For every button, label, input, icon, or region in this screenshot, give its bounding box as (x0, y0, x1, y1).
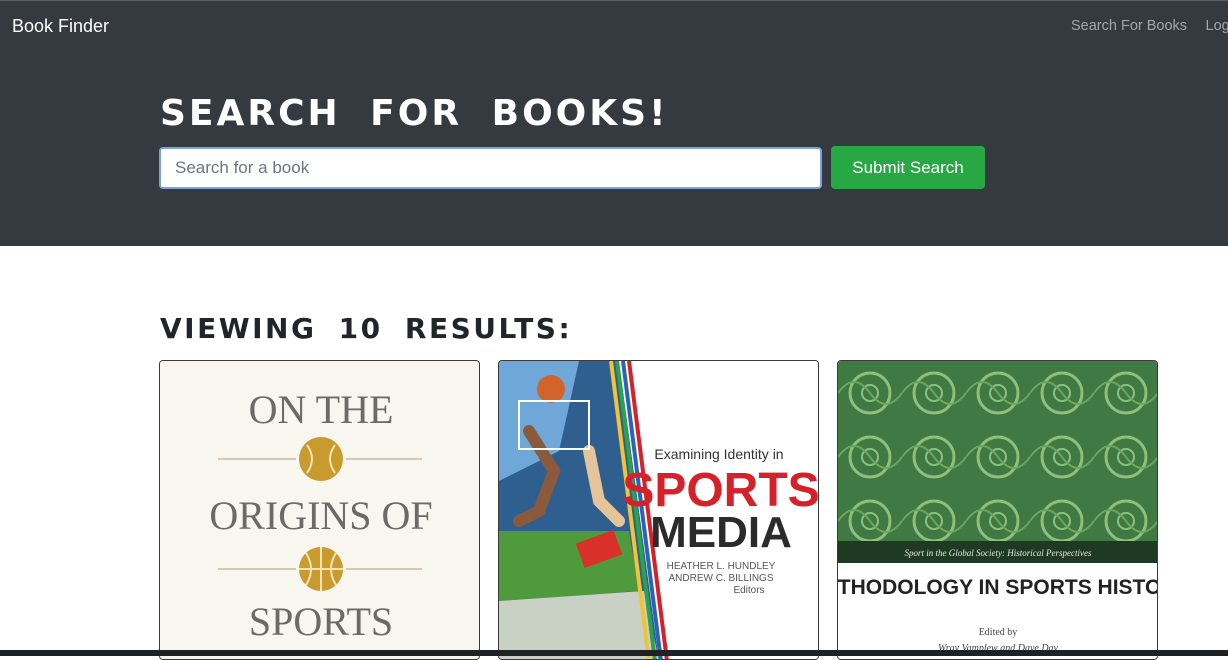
bottom-bar (0, 650, 1228, 656)
cover-pattern (838, 361, 1157, 546)
nav-links: Search For Books Log (1071, 17, 1228, 35)
cover-series: Sport in the Global Society: Historical … (905, 548, 1092, 558)
book-card[interactable]: Sport in the Global Society: Historical … (837, 360, 1158, 660)
cover-title: METHODOLOGY IN SPORTS HISTORY (838, 576, 1158, 599)
book-card[interactable]: ON THE ORIGINS OF SPORTS (159, 360, 480, 660)
brand-link[interactable]: Book Finder (12, 16, 109, 37)
results-heading: VIEWING 10 RESULTS: (160, 312, 573, 345)
nav-link-login[interactable]: Log (1206, 18, 1228, 34)
search-input[interactable] (159, 147, 822, 189)
cover-editor: HEATHER L. HUNDLEY (667, 561, 776, 572)
nav-link-search[interactable]: Search For Books (1071, 18, 1187, 34)
baseball-icon (299, 437, 343, 481)
basketball-icon (537, 375, 565, 403)
cover-editor: ANDREW C. BILLINGS (668, 573, 773, 584)
navbar: Book Finder Search For Books Log SEARCH … (0, 1, 1228, 246)
cover-text-line: ON THE (249, 387, 394, 432)
basketball-icon (299, 547, 343, 591)
cover-text-line: ORIGINS OF (209, 493, 432, 538)
cover-editor-label: Editors (733, 585, 764, 596)
cover-title: MEDIA (650, 508, 792, 557)
cover-text-line: SPORTS (249, 599, 393, 644)
book-cover-image: Sport in the Global Society: Historical … (838, 361, 1158, 659)
book-cover-image: ON THE ORIGINS OF SPORTS (160, 361, 479, 659)
book-cover-image: Examining Identity in SPORTS MEDIA HEATH… (499, 361, 818, 659)
page-title: SEARCH FOR BOOKS! (160, 93, 669, 134)
book-card[interactable]: Examining Identity in SPORTS MEDIA HEATH… (498, 360, 819, 660)
cover-subtitle: Examining Identity in (654, 446, 783, 462)
submit-search-button[interactable]: Submit Search (831, 146, 985, 189)
cover-edited-by: Edited by (979, 627, 1018, 638)
